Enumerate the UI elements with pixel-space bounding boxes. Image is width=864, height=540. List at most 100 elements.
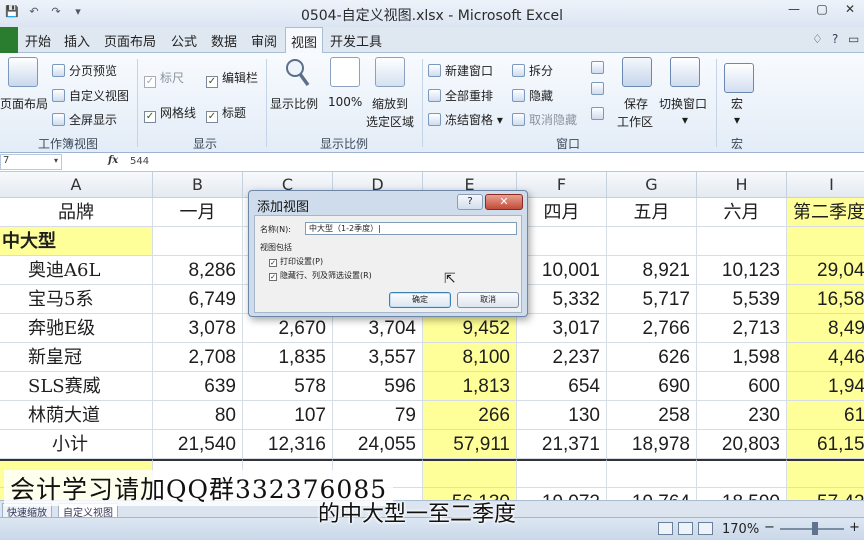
switch-windows-button[interactable]: 切换窗口 bbox=[659, 95, 707, 112]
data-cell[interactable]: 3,017 bbox=[517, 314, 607, 343]
tab-home[interactable]: 开始 bbox=[25, 31, 51, 50]
data-cell[interactable]: 8,286 bbox=[153, 256, 243, 285]
data-cell[interactable]: 79 bbox=[333, 401, 423, 430]
brand-cell[interactable]: 新皇冠 bbox=[0, 343, 153, 372]
data-cell[interactable]: 3,557 bbox=[333, 343, 423, 372]
hidden-rows-checkbox[interactable]: ✓ 隐藏行、列及筛选设置(R) bbox=[269, 270, 372, 281]
switch-windows-dropdown-icon[interactable]: ▾ bbox=[682, 113, 688, 127]
data-cell[interactable]: 2,713 bbox=[697, 314, 787, 343]
freeze-panes-button[interactable]: 冻结窗格 ▾ bbox=[428, 111, 503, 128]
data-cell[interactable]: 230 bbox=[697, 401, 787, 430]
brand-cell[interactable]: SLS赛威 bbox=[0, 372, 153, 401]
empty-cell[interactable] bbox=[697, 227, 787, 256]
normal-view-icon[interactable] bbox=[658, 522, 673, 535]
data-cell[interactable]: 2,708 bbox=[153, 343, 243, 372]
empty-cell[interactable] bbox=[153, 227, 243, 256]
minimize-button[interactable]: — bbox=[780, 0, 808, 20]
data-cell[interactable]: 8,100 bbox=[423, 343, 517, 372]
header-cell-brand[interactable]: 品牌 bbox=[0, 198, 153, 227]
header-cell[interactable]: 第二季度 bbox=[787, 198, 864, 227]
gridlines-checkbox[interactable]: ✓ 网格线 bbox=[144, 104, 196, 123]
data-cell[interactable]: 107 bbox=[243, 401, 333, 430]
dialog-close-button[interactable]: ✕ bbox=[485, 194, 523, 210]
tab-developer[interactable]: 开发工具 bbox=[330, 31, 382, 50]
empty-cell[interactable] bbox=[517, 459, 607, 488]
data-cell[interactable]: 5,332 bbox=[517, 285, 607, 314]
data-cell[interactable]: 3,704 bbox=[333, 314, 423, 343]
cancel-button[interactable]: 取消 bbox=[457, 292, 519, 308]
tab-view[interactable]: 视图 bbox=[285, 27, 324, 54]
group-label-cell[interactable]: 中大型 bbox=[0, 227, 153, 256]
data-cell[interactable]: 16,58 bbox=[787, 285, 864, 314]
data-cell[interactable]: 1,94 bbox=[787, 372, 864, 401]
column-header-i[interactable]: I bbox=[787, 172, 864, 198]
page-break-preview-button[interactable]: 分页预览 bbox=[52, 62, 117, 79]
subtotal-cell[interactable]: 61,15 bbox=[787, 430, 864, 459]
data-cell[interactable]: 578 bbox=[243, 372, 333, 401]
zoom-in-button[interactable]: + bbox=[849, 520, 860, 535]
split-button[interactable]: 拆分 bbox=[512, 62, 553, 79]
maximize-button[interactable]: ▢ bbox=[808, 0, 836, 20]
tab-file[interactable] bbox=[0, 27, 18, 53]
save-workspace-button[interactable]: 保存 bbox=[624, 95, 648, 112]
empty-cell[interactable] bbox=[517, 227, 607, 256]
empty-cell[interactable] bbox=[607, 459, 697, 488]
unhide-button[interactable]: 取消隐藏 bbox=[512, 111, 577, 128]
column-header-f[interactable]: F bbox=[517, 172, 607, 198]
data-cell[interactable]: 29,04 bbox=[787, 256, 864, 285]
header-cell[interactable]: 六月 bbox=[697, 198, 787, 227]
data-cell[interactable]: 8,921 bbox=[607, 256, 697, 285]
data-cell[interactable]: 690 bbox=[607, 372, 697, 401]
subtotal-cell[interactable]: 21,540 bbox=[153, 430, 243, 459]
zoom-button[interactable]: 显示比例 bbox=[270, 95, 318, 112]
data-cell[interactable]: 1,813 bbox=[423, 372, 517, 401]
macros-button[interactable]: 宏 bbox=[731, 95, 743, 112]
data-cell[interactable]: 9,452 bbox=[423, 314, 517, 343]
macros-dropdown-icon[interactable]: ▾ bbox=[734, 113, 740, 127]
ribbon-minimize-icon[interactable]: ♢ bbox=[812, 32, 823, 46]
header-cell[interactable]: 四月 bbox=[517, 198, 607, 227]
headings-checkbox[interactable]: ✓ 标题 bbox=[206, 104, 246, 123]
full-screen-button[interactable]: 全屏显示 bbox=[52, 111, 117, 128]
print-settings-checkbox[interactable]: ✓ 打印设置(P) bbox=[269, 256, 323, 267]
column-header-g[interactable]: G bbox=[607, 172, 697, 198]
subtotal-cell[interactable]: 24,055 bbox=[333, 430, 423, 459]
brand-cell[interactable]: 奔驰E级 bbox=[0, 314, 153, 343]
brand-cell[interactable]: 林荫大道 bbox=[0, 401, 153, 430]
column-header-a[interactable]: A bbox=[0, 172, 153, 198]
tab-review[interactable]: 审阅 bbox=[251, 31, 277, 50]
zoom-out-button[interactable]: − bbox=[764, 520, 775, 535]
close-window-button[interactable]: ✕ bbox=[836, 0, 864, 20]
empty-cell[interactable] bbox=[607, 227, 697, 256]
zoom-level[interactable]: 170% bbox=[722, 522, 759, 537]
formula-bar-checkbox[interactable]: ✓ 编辑栏 bbox=[206, 69, 258, 88]
help-icon[interactable]: ? bbox=[832, 32, 838, 46]
subtotal-cell[interactable]: 20,803 bbox=[697, 430, 787, 459]
data-cell[interactable]: 639 bbox=[153, 372, 243, 401]
empty-cell[interactable] bbox=[697, 459, 787, 488]
data-cell[interactable]: 10,001 bbox=[517, 256, 607, 285]
arrange-all-button[interactable]: 全部重排 bbox=[428, 87, 493, 104]
formula-input[interactable]: 544 bbox=[130, 156, 149, 167]
data-cell[interactable]: 266 bbox=[423, 401, 517, 430]
tab-insert[interactable]: 插入 bbox=[64, 31, 90, 50]
empty-cell[interactable] bbox=[787, 227, 864, 256]
data-cell[interactable]: 5,539 bbox=[697, 285, 787, 314]
data-cell[interactable]: 626 bbox=[607, 343, 697, 372]
empty-cell[interactable] bbox=[423, 459, 517, 488]
brand-cell[interactable]: 奥迪A6L bbox=[0, 256, 153, 285]
tab-data[interactable]: 数据 bbox=[211, 31, 237, 50]
subtotal-cell[interactable]: 57,911 bbox=[423, 430, 517, 459]
data-cell[interactable]: 130 bbox=[517, 401, 607, 430]
tab-formulas[interactable]: 公式 bbox=[171, 31, 197, 50]
data-cell[interactable]: 654 bbox=[517, 372, 607, 401]
data-cell[interactable]: 3,078 bbox=[153, 314, 243, 343]
header-cell[interactable]: 一月 bbox=[153, 198, 243, 227]
header-cell[interactable]: 五月 bbox=[607, 198, 697, 227]
data-cell[interactable]: 596 bbox=[333, 372, 423, 401]
data-cell[interactable]: 2,670 bbox=[243, 314, 333, 343]
subtotal-cell[interactable]: 18,978 bbox=[607, 430, 697, 459]
new-window-button[interactable]: 新建窗口 bbox=[428, 62, 493, 79]
brand-cell[interactable]: 宝马5系 bbox=[0, 285, 153, 314]
page-break-view-icon[interactable] bbox=[698, 522, 713, 535]
